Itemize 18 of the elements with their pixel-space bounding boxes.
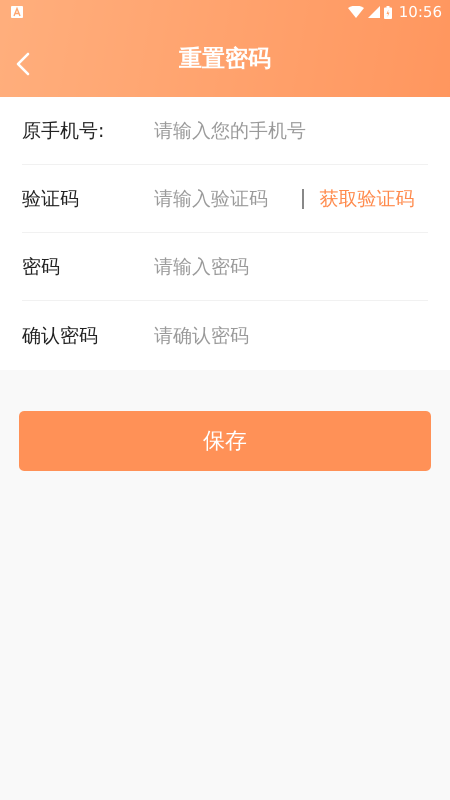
field-label: 确认密码 xyxy=(22,324,99,348)
signal-icon xyxy=(368,6,380,18)
page-title: 重置密码 xyxy=(179,45,271,74)
input-field[interactable]: 请确认密码 xyxy=(154,324,428,346)
input-field[interactable]: 请输入验证码 xyxy=(154,188,294,210)
field-label: 密码 xyxy=(22,254,61,280)
field-label: 验证码 xyxy=(22,186,80,212)
back-button[interactable] xyxy=(14,50,32,78)
status-time: 10:56 xyxy=(398,3,442,21)
save-button[interactable]: 保存 xyxy=(19,411,431,471)
wifi-icon xyxy=(348,6,364,18)
back-icon xyxy=(16,52,30,76)
battery-icon xyxy=(384,6,392,18)
notification-icon xyxy=(11,6,23,18)
input-field[interactable]: 请输入密码 xyxy=(154,256,428,278)
get-code-link[interactable]: 获取验证码 xyxy=(320,186,414,212)
input-field[interactable]: 请输入您的手机号 xyxy=(154,120,428,142)
field-label: 原手机号: xyxy=(22,118,106,144)
